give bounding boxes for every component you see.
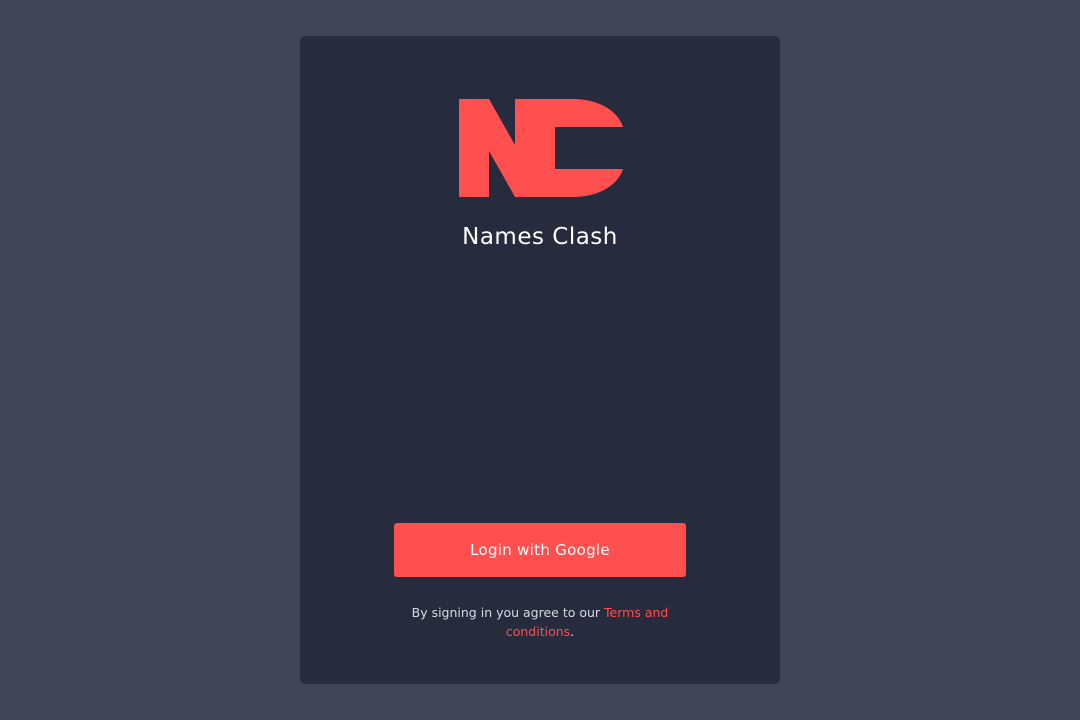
names-clash-logo-icon [459,99,623,197]
app-title: Names Clash [462,224,618,250]
login-card: Names Clash Login with Google By signing… [300,36,780,684]
terms-notice: By signing in you agree to our Terms and… [400,603,680,641]
terms-suffix: . [570,624,575,639]
login-with-google-button[interactable]: Login with Google [394,523,686,577]
terms-prefix: By signing in you agree to our [411,605,605,620]
